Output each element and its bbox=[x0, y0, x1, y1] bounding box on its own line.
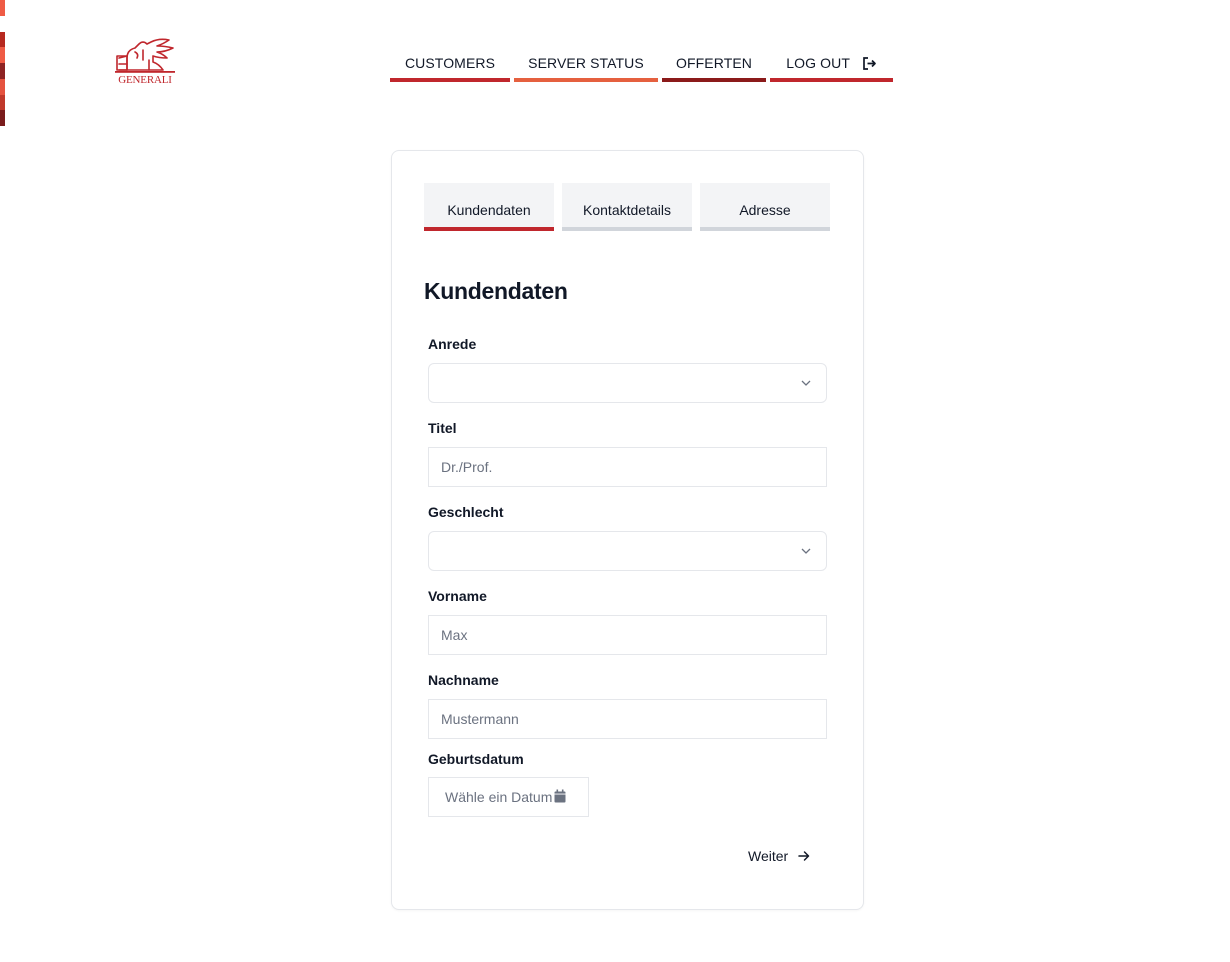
edge-stripe bbox=[0, 63, 5, 79]
tab-underline bbox=[424, 227, 554, 231]
edge-stripe bbox=[0, 78, 5, 95]
nav-logout-label: LOG OUT bbox=[786, 55, 850, 71]
nav-customers[interactable]: CUSTOMERS bbox=[390, 52, 510, 82]
edge-stripe bbox=[0, 110, 5, 126]
nav-underline bbox=[514, 78, 658, 82]
edge-stripe bbox=[0, 0, 5, 16]
anrede-select[interactable] bbox=[428, 363, 827, 403]
titel-input[interactable]: Dr./Prof. bbox=[428, 447, 827, 487]
tab-kundendaten-label: Kundendaten bbox=[447, 202, 531, 218]
geschlecht-label: Geschlecht bbox=[428, 504, 504, 520]
edge-stripe bbox=[0, 94, 5, 111]
customer-form-card: Kundendaten Kontaktdetails Adresse Kunde… bbox=[391, 150, 864, 910]
nachname-placeholder: Mustermann bbox=[441, 711, 519, 727]
chevron-down-icon bbox=[801, 380, 811, 386]
titel-placeholder: Dr./Prof. bbox=[441, 459, 493, 475]
nav-customers-label: CUSTOMERS bbox=[404, 55, 496, 71]
geburtsdatum-label: Geburtsdatum bbox=[428, 751, 524, 767]
lion-icon bbox=[115, 38, 175, 73]
nav-underline bbox=[662, 78, 766, 82]
generali-logo[interactable]: GENERALI bbox=[113, 36, 177, 88]
nav-underline bbox=[390, 78, 510, 82]
nav-server-status-label: SERVER STATUS bbox=[528, 55, 644, 71]
nachname-input[interactable]: Mustermann bbox=[428, 699, 827, 739]
form-tabs: Kundendaten Kontaktdetails Adresse bbox=[424, 183, 830, 231]
nachname-label: Nachname bbox=[428, 672, 499, 688]
next-button[interactable]: Weiter bbox=[748, 848, 810, 864]
geschlecht-select[interactable] bbox=[428, 531, 827, 571]
nav-logout[interactable]: LOG OUT bbox=[770, 52, 893, 82]
arrow-right-icon bbox=[798, 851, 810, 861]
tab-adresse[interactable]: Adresse bbox=[700, 183, 830, 231]
tab-underline bbox=[700, 227, 830, 231]
edge-stripe bbox=[0, 47, 5, 63]
geburtsdatum-input[interactable]: Wähle ein Datum bbox=[428, 777, 589, 817]
vorname-input[interactable]: Max bbox=[428, 615, 827, 655]
geburtsdatum-placeholder: Wähle ein Datum bbox=[445, 789, 553, 805]
edge-stripes bbox=[0, 0, 5, 126]
calendar-icon[interactable] bbox=[554, 789, 566, 803]
vorname-placeholder: Max bbox=[441, 627, 468, 643]
main-nav: CUSTOMERS SERVER STATUS OFFERTEN LOG OUT bbox=[390, 52, 893, 82]
section-title: Kundendaten bbox=[424, 278, 568, 304]
tab-underline bbox=[562, 227, 692, 231]
tab-kontaktdetails[interactable]: Kontaktdetails bbox=[562, 183, 692, 231]
titel-label: Titel bbox=[428, 420, 457, 436]
logout-icon bbox=[862, 56, 876, 70]
nav-underline bbox=[770, 78, 893, 82]
nav-offerten[interactable]: OFFERTEN bbox=[662, 52, 766, 82]
next-button-label: Weiter bbox=[748, 848, 789, 864]
tab-adresse-label: Adresse bbox=[739, 202, 791, 218]
nav-logout-label-wrap: LOG OUT bbox=[786, 52, 876, 71]
chevron-down-icon bbox=[801, 548, 811, 554]
anrede-label: Anrede bbox=[428, 336, 477, 352]
tab-kundendaten[interactable]: Kundendaten bbox=[424, 183, 554, 231]
edge-stripe bbox=[0, 31, 5, 48]
tab-kontaktdetails-label: Kontaktdetails bbox=[583, 202, 671, 218]
edge-stripe bbox=[0, 15, 5, 32]
logo-text: GENERALI bbox=[118, 74, 172, 86]
nav-server-status[interactable]: SERVER STATUS bbox=[514, 52, 658, 82]
nav-offerten-label: OFFERTEN bbox=[676, 55, 752, 71]
vorname-label: Vorname bbox=[428, 588, 487, 604]
